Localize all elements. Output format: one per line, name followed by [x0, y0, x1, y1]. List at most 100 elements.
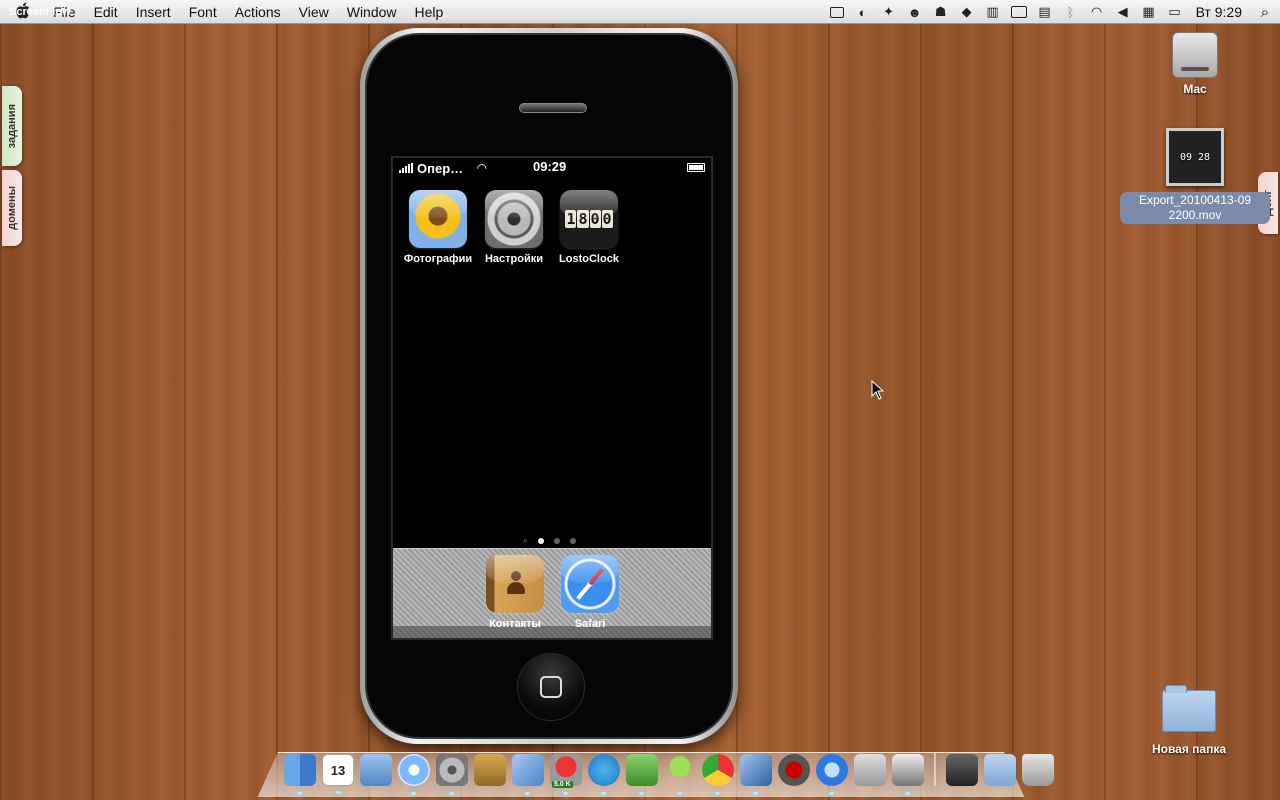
app-photos[interactable]: Фотографии — [400, 190, 476, 265]
side-tab-domains[interactable]: домены — [2, 170, 22, 246]
side-tab-tasks-label: задания — [6, 103, 18, 149]
transmission-icon[interactable]: 5.0 K — [550, 754, 582, 795]
side-tab-domains-label: домены — [6, 186, 18, 230]
iphone-screen[interactable]: Опер… ◠ 09:29 Фотографии Настройки 1 8 0 — [391, 156, 713, 640]
page-indicator[interactable]: ⌕ — [523, 535, 577, 546]
skype-icon[interactable] — [588, 754, 620, 795]
dock: 13 5.0 K — [284, 752, 1054, 795]
desktop-movie-file[interactable]: 09 28 Export_20100413-09 2200.mov — [1120, 128, 1270, 224]
calendar-day: 13 — [330, 763, 346, 778]
monitor-icon[interactable]: ☻ — [902, 0, 928, 24]
evernote-icon[interactable] — [626, 754, 658, 795]
lostoclock-digit: 0 — [589, 210, 601, 228]
lostoclock-digit: 0 — [601, 210, 613, 228]
finder-icon[interactable] — [284, 754, 316, 795]
drive-label: Mac — [1183, 82, 1207, 96]
menu-help[interactable]: Help — [406, 0, 453, 24]
status-menus: ◐ ✦ ☻ ☗ ◆ ▥ ▤ ᛒ ◠ ◀ ▦ ▭ Вт 9:29 ⌕ — [824, 0, 1280, 24]
volume-icon[interactable]: ◀ — [1110, 0, 1136, 24]
archive-utility-icon[interactable] — [474, 754, 506, 786]
installer-icon[interactable] — [854, 754, 886, 786]
sync-icon[interactable]: ◐ — [850, 0, 876, 24]
wifi-icon[interactable]: ◠ — [1084, 0, 1110, 24]
page-dot — [554, 537, 561, 544]
wifi-icon: ◠ — [477, 161, 487, 175]
movie-label-line2: 2200.mov — [1168, 208, 1222, 222]
menu-insert[interactable]: Insert — [127, 0, 180, 24]
dropbox-icon[interactable]: ◆ — [954, 0, 980, 24]
display-icon[interactable] — [1006, 0, 1032, 24]
dock-separator — [934, 752, 936, 786]
battery-icon[interactable]: ▭ — [1162, 0, 1188, 24]
movie-file-label: Export_20100413-09 2200.mov — [1120, 192, 1270, 224]
menu-window[interactable]: Window — [338, 0, 406, 24]
applications-folder-icon[interactable] — [984, 754, 1016, 786]
app-photos-label: Фотографии — [403, 253, 473, 265]
ical-icon[interactable]: 13 — [322, 754, 354, 794]
menu-app-name[interactable]: ScreenFlow — [0, 0, 76, 24]
iphone-body: Опер… ◠ 09:29 Фотографии Настройки 1 8 0 — [365, 33, 733, 739]
home-square-icon — [540, 676, 562, 698]
ios-time: 09:29 — [533, 159, 567, 174]
trash-icon[interactable] — [1022, 754, 1054, 786]
app-settings[interactable]: Настройки — [476, 190, 552, 265]
app-lostoclock[interactable]: 1 8 0 0 LostoClock — [551, 190, 627, 265]
bluetooth-icon[interactable]: ᛒ — [1058, 0, 1084, 24]
ios-dock: Контакты Safari — [393, 548, 711, 638]
menubar-clock[interactable]: Вт 9:29 — [1188, 4, 1250, 20]
screenflow-record-icon[interactable] — [824, 0, 850, 24]
app-settings-label: Настройки — [484, 253, 544, 265]
itunes-icon[interactable] — [398, 754, 430, 795]
lostoclock-digit: 8 — [577, 210, 589, 228]
preview-icon[interactable] — [360, 754, 392, 786]
dvd-player-icon[interactable] — [778, 754, 810, 786]
iphone-simulator-icon[interactable] — [740, 754, 772, 795]
desktop-new-folder[interactable]: Новая папка — [1144, 685, 1234, 756]
chrome-icon[interactable] — [702, 754, 734, 795]
side-tab-tasks[interactable]: задания — [2, 86, 22, 166]
menu-view[interactable]: View — [290, 0, 338, 24]
battery-icon — [687, 163, 705, 172]
menu-font[interactable]: Font — [180, 0, 226, 24]
page-dot — [570, 537, 577, 544]
signal-strength-icon — [399, 163, 413, 173]
app-contacts[interactable]: Контакты — [477, 555, 553, 630]
lostoclock-icon: 1 8 0 0 — [560, 190, 618, 248]
spotlight-search-icon[interactable]: ⌕ — [1250, 4, 1280, 21]
keyboard-icon[interactable]: ▤ — [1032, 0, 1058, 24]
adium-icon[interactable] — [664, 754, 696, 795]
screenflow-icon[interactable] — [892, 754, 924, 795]
mouse-pointer-icon — [871, 380, 885, 400]
network-icon[interactable]: ✦ — [876, 0, 902, 24]
skype-icon[interactable]: ☗ — [928, 0, 954, 24]
home-button[interactable] — [517, 653, 585, 721]
carrier-name: Опер… — [417, 160, 464, 176]
xcode-icon[interactable] — [512, 754, 544, 795]
safari-icon — [561, 555, 619, 613]
flag-icon[interactable]: ▦ — [1136, 0, 1162, 24]
mirror-icon[interactable]: ▥ — [980, 0, 1006, 24]
photo-folder-icon[interactable] — [946, 754, 978, 786]
system-preferences-icon[interactable] — [436, 754, 468, 795]
settings-icon — [485, 190, 543, 248]
menu-bar: ScreenFlow File Edit Insert Font Actions… — [0, 0, 1280, 24]
movie-thumbnail-icon: 09 28 — [1166, 128, 1224, 186]
iphone-simulator: Опер… ◠ 09:29 Фотографии Настройки 1 8 0 — [360, 28, 738, 744]
menu-edit[interactable]: Edit — [85, 0, 127, 24]
transmission-badge: 5.0 K — [552, 781, 573, 788]
photos-icon — [409, 190, 467, 248]
folder-icon — [1162, 685, 1216, 732]
folder-label: Новая папка — [1151, 742, 1227, 756]
movie-label-line1: Export_20100413-09 — [1138, 193, 1252, 207]
menu-actions[interactable]: Actions — [226, 0, 290, 24]
quicktime-icon[interactable] — [816, 754, 848, 795]
lostoclock-digit: 1 — [565, 210, 577, 228]
earpiece-speaker — [519, 103, 587, 113]
desktop-drive[interactable]: Mac — [1160, 32, 1230, 96]
app-safari[interactable]: Safari — [552, 555, 628, 630]
hard-drive-icon — [1172, 32, 1218, 78]
app-contacts-label: Контакты — [489, 618, 541, 630]
ios-status-bar: Опер… ◠ 09:29 — [393, 158, 711, 178]
app-safari-label: Safari — [574, 618, 606, 630]
spotlight-page-icon: ⌕ — [523, 535, 529, 545]
